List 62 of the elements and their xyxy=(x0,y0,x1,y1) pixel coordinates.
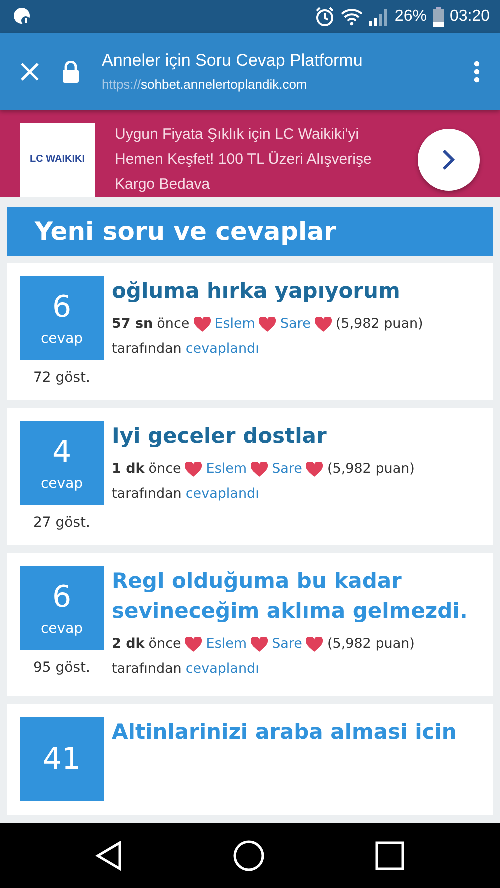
user-link[interactable]: Eslem xyxy=(206,632,248,657)
by-label: tarafından xyxy=(112,485,182,504)
view-count: 27 göst. xyxy=(34,515,90,531)
view-count: 95 göst. xyxy=(34,660,90,676)
answer-age: 1 dk xyxy=(112,460,145,479)
user-link[interactable]: Sare xyxy=(272,632,302,657)
age-suffix: önce xyxy=(157,315,190,334)
heart-icon xyxy=(251,462,268,477)
battery-percent: 26% xyxy=(394,8,427,26)
heart-icon xyxy=(259,317,276,332)
question-title-link[interactable]: Iyi geceler dostlar xyxy=(112,421,481,451)
heart-icon xyxy=(314,317,332,332)
page-url: https://sohbet.annelertoplandik.com xyxy=(102,77,308,92)
heart-icon xyxy=(185,637,202,652)
brand-logo: LC WAIKIKI xyxy=(20,122,95,196)
heart-icon xyxy=(306,637,324,652)
age-suffix: önce xyxy=(148,635,182,654)
answer-count-badge: 6 cevap xyxy=(20,566,104,650)
alarm-icon xyxy=(314,6,335,26)
answer-count-badge: 6 cevap xyxy=(20,276,104,360)
age-suffix: önce xyxy=(148,460,182,479)
heart-icon xyxy=(185,462,202,477)
question-title-link[interactable]: Regl olduğuma bu kadar sevineceğim aklıma gelmezdi. xyxy=(112,566,481,626)
answered-link[interactable]: cevaplandı xyxy=(186,657,260,682)
recents-icon[interactable] xyxy=(375,840,405,870)
chevron-right-icon xyxy=(442,148,456,170)
answered-link[interactable]: cevaplandı xyxy=(186,482,260,507)
clock-time: 03:20 xyxy=(450,8,490,26)
answer-age: 57 sn xyxy=(112,315,154,334)
signal-icon xyxy=(368,8,389,26)
user-link[interactable]: Sare xyxy=(280,312,311,337)
heart-icon xyxy=(306,462,324,477)
back-icon[interactable] xyxy=(95,840,123,870)
ad-banner[interactable]: LC WAIKIKI Uygun Fiyata Şıklık için LC Waikiki'yi Hemen Keşfet! 100 TL Üzeri Alışverişe Kargo Bedava xyxy=(0,110,500,197)
user-points: (5,982 puan) xyxy=(327,635,415,654)
heart-icon xyxy=(251,637,268,652)
close-icon[interactable] xyxy=(20,62,40,82)
lock-icon xyxy=(62,60,80,82)
heart-icon xyxy=(194,317,211,332)
by-label: tarafından xyxy=(112,340,182,359)
user-points: (5,982 puan) xyxy=(336,315,424,334)
answer-age: 2 dk xyxy=(112,635,145,654)
answered-link[interactable]: cevaplandı xyxy=(186,337,260,362)
user-link[interactable]: Sare xyxy=(272,457,302,482)
battery-icon xyxy=(432,6,444,26)
question-title-link[interactable]: Altinlarinizi araba almasi icin xyxy=(112,717,481,747)
notification-icon xyxy=(14,8,32,26)
answer-count-badge: 4 cevap xyxy=(20,421,104,505)
answer-count-badge: 41 xyxy=(20,717,104,801)
question-title-link[interactable]: oğluma hırka yapıyorum xyxy=(112,276,481,306)
user-link[interactable]: Eslem xyxy=(214,312,256,337)
view-count: 72 göst. xyxy=(34,370,90,386)
ad-text: Uygun Fiyata Şıklık için LC Waikiki'yi Hemen Keşfet! 100 TL Üzeri Alışverişe Kargo Bedava xyxy=(115,125,373,195)
user-points: (5,982 puan) xyxy=(327,460,415,479)
wifi-icon xyxy=(340,8,363,26)
page-title: Anneler için Soru Cevap Platformu xyxy=(102,51,364,71)
section-title: Yeni soru ve cevaplar xyxy=(35,217,336,246)
by-label: tarafından xyxy=(112,660,182,679)
more-menu-icon[interactable] xyxy=(474,60,480,82)
user-link[interactable]: Eslem xyxy=(206,457,248,482)
home-icon[interactable] xyxy=(233,840,265,872)
next-button[interactable] xyxy=(418,128,480,190)
